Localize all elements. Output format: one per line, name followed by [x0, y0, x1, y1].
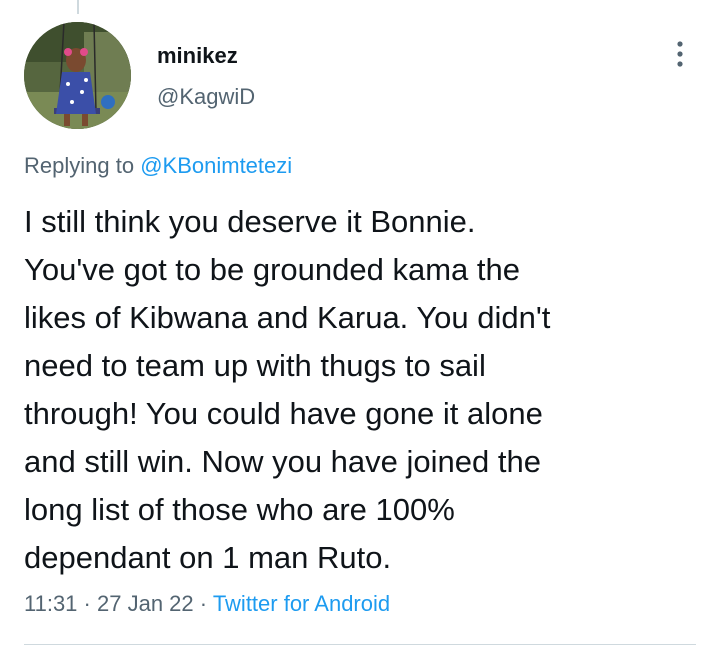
replying-to-mention[interactable]: @KBonimtetezi [140, 153, 292, 178]
tweet-text-line: likes of Kibwana and Karua. You didn't [24, 300, 551, 335]
meta-separator: · [83, 591, 91, 616]
thread-connector-line [77, 0, 79, 14]
meta-separator: · [199, 591, 208, 616]
tweet-metadata: 11:31 · 27 Jan 22 · Twitter for Android [24, 591, 390, 617]
tweet-text-line: and still win. Now you have joined the [24, 444, 541, 479]
author-display-name[interactable]: minikez [157, 43, 238, 69]
tweet-text-line: You've got to be grounded kama the [24, 252, 520, 287]
avatar[interactable] [24, 22, 131, 129]
more-options-button[interactable] [664, 38, 696, 70]
tweet-source-link[interactable]: Twitter for Android [213, 591, 390, 616]
replying-to-label: Replying to [24, 153, 135, 178]
tweet-date[interactable]: 27 Jan 22 [97, 591, 194, 616]
tweet-text-line: dependant on 1 man Ruto. [24, 540, 392, 575]
tweet-text-line: through! You could have gone it alone [24, 396, 543, 431]
tweet-text-line: long list of those who are 100% [24, 492, 455, 527]
tweet-time[interactable]: 11:31 [24, 591, 77, 616]
tweet-text: I still think you deserve it Bonnie. You… [24, 198, 704, 582]
tweet-text-line: need to team up with thugs to sail [24, 348, 486, 383]
avatar-photo [24, 22, 131, 129]
tweet-text-line: I still think you deserve it Bonnie. [24, 204, 476, 239]
replying-to: Replying to @KBonimtetezi [24, 153, 292, 179]
more-vertical-icon [677, 41, 683, 67]
author-handle[interactable]: @KagwiD [157, 84, 255, 110]
